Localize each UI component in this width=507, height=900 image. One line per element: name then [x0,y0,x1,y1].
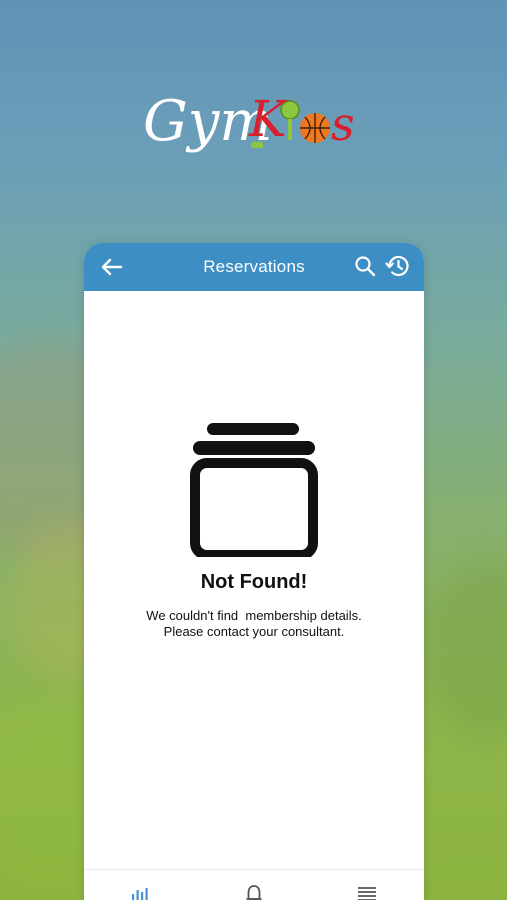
history-icon[interactable] [385,253,411,279]
empty-state: Not Found! We couldn't find membership d… [84,423,424,640]
search-icon[interactable] [354,255,376,277]
empty-message: We couldn't find membership details. Ple… [146,608,361,640]
bottom-nav [84,869,424,900]
empty-title: Not Found! [200,571,308,593]
menu-icon[interactable] [356,884,378,900]
jar-icon [190,423,318,557]
empty-message-line2: Please contact your consultant. [163,624,345,639]
app-header: Reservations [84,243,424,291]
reservations-card: Reservations Not Found! We couldn't find… [84,243,424,900]
empty-message-line1: We couldn't find membership details. [146,608,362,623]
bar-chart-icon[interactable] [130,884,152,900]
arrow-left-icon[interactable] [100,255,124,279]
bell-icon[interactable] [243,884,265,900]
svg-text:K: K [248,90,289,148]
gymkids-logo: Gym K s [0,78,507,178]
svg-text:s: s [331,97,355,151]
page-title: Reservations [203,257,305,276]
